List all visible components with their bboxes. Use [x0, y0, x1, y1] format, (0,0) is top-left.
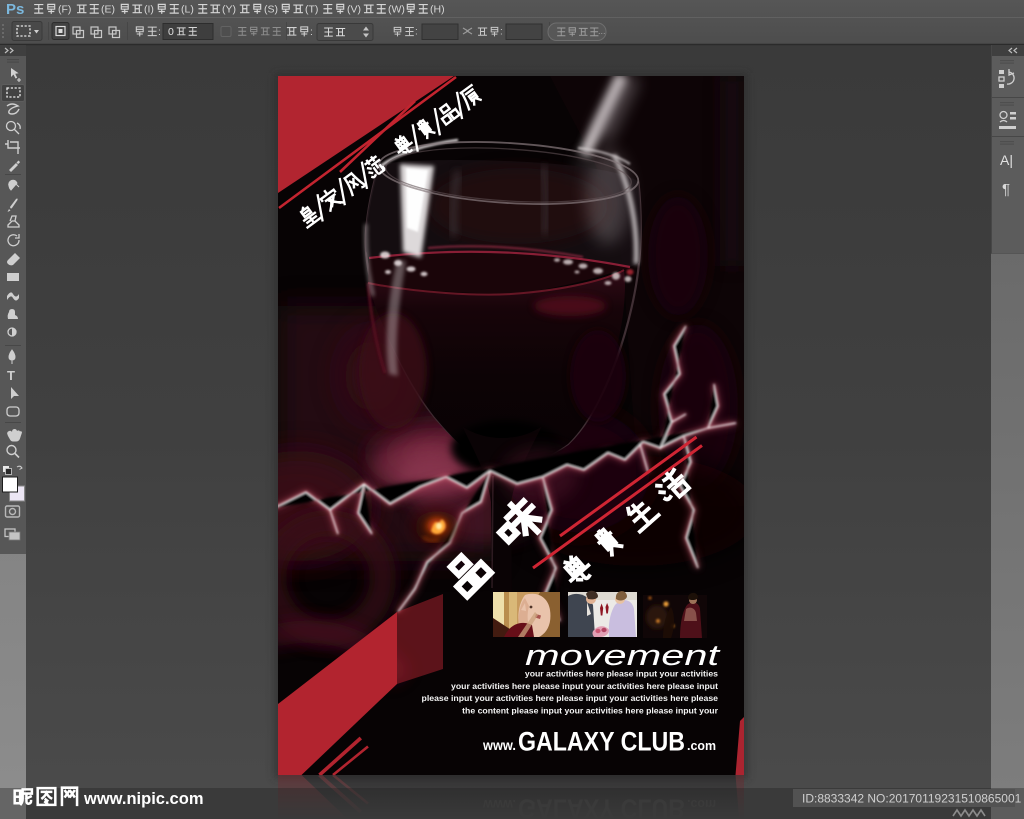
svg-text:www.: www.: [482, 738, 516, 753]
svg-text:(W): (W): [388, 4, 405, 16]
svg-text:(F): (F): [58, 4, 71, 16]
svg-text:the content please input your: the content please input your activities…: [462, 705, 718, 715]
svg-text:Ps: Ps: [6, 1, 24, 18]
svg-text:GALAXY CLUB: GALAXY CLUB: [518, 727, 685, 757]
svg-text:...: ...: [598, 26, 606, 36]
svg-text:T: T: [7, 368, 15, 383]
svg-text:please input your activities h: please input your activities here please…: [422, 693, 719, 703]
svg-text:(H): (H): [430, 4, 445, 16]
svg-text:0: 0: [168, 26, 174, 38]
svg-text:www.nipic.com: www.nipic.com: [83, 790, 204, 808]
svg-text:your activities here please in: your activities here please input your a…: [451, 681, 718, 691]
svg-text:movement: movement: [525, 640, 722, 672]
svg-text:ID:8833342 NO:2017011923151086: ID:8833342 NO:20170119231510865001: [802, 792, 1022, 806]
svg-text:(V): (V): [347, 4, 361, 16]
svg-text:(E): (E): [101, 4, 115, 16]
svg-text:(I): (I): [144, 4, 154, 16]
svg-text:(T): (T): [305, 4, 318, 16]
svg-text:A|: A|: [1000, 152, 1013, 168]
svg-text:¶: ¶: [1002, 181, 1010, 198]
svg-text::: :: [415, 27, 418, 38]
svg-text:your activities here please in: your activities here please input your a…: [525, 669, 718, 679]
svg-text:.com: .com: [687, 739, 716, 753]
svg-text:(Y): (Y): [222, 4, 236, 16]
svg-text:(L): (L): [181, 4, 194, 16]
svg-text::: :: [310, 26, 313, 38]
svg-text::: :: [500, 27, 503, 38]
svg-text::: :: [158, 26, 161, 38]
svg-text:(S): (S): [264, 4, 278, 16]
